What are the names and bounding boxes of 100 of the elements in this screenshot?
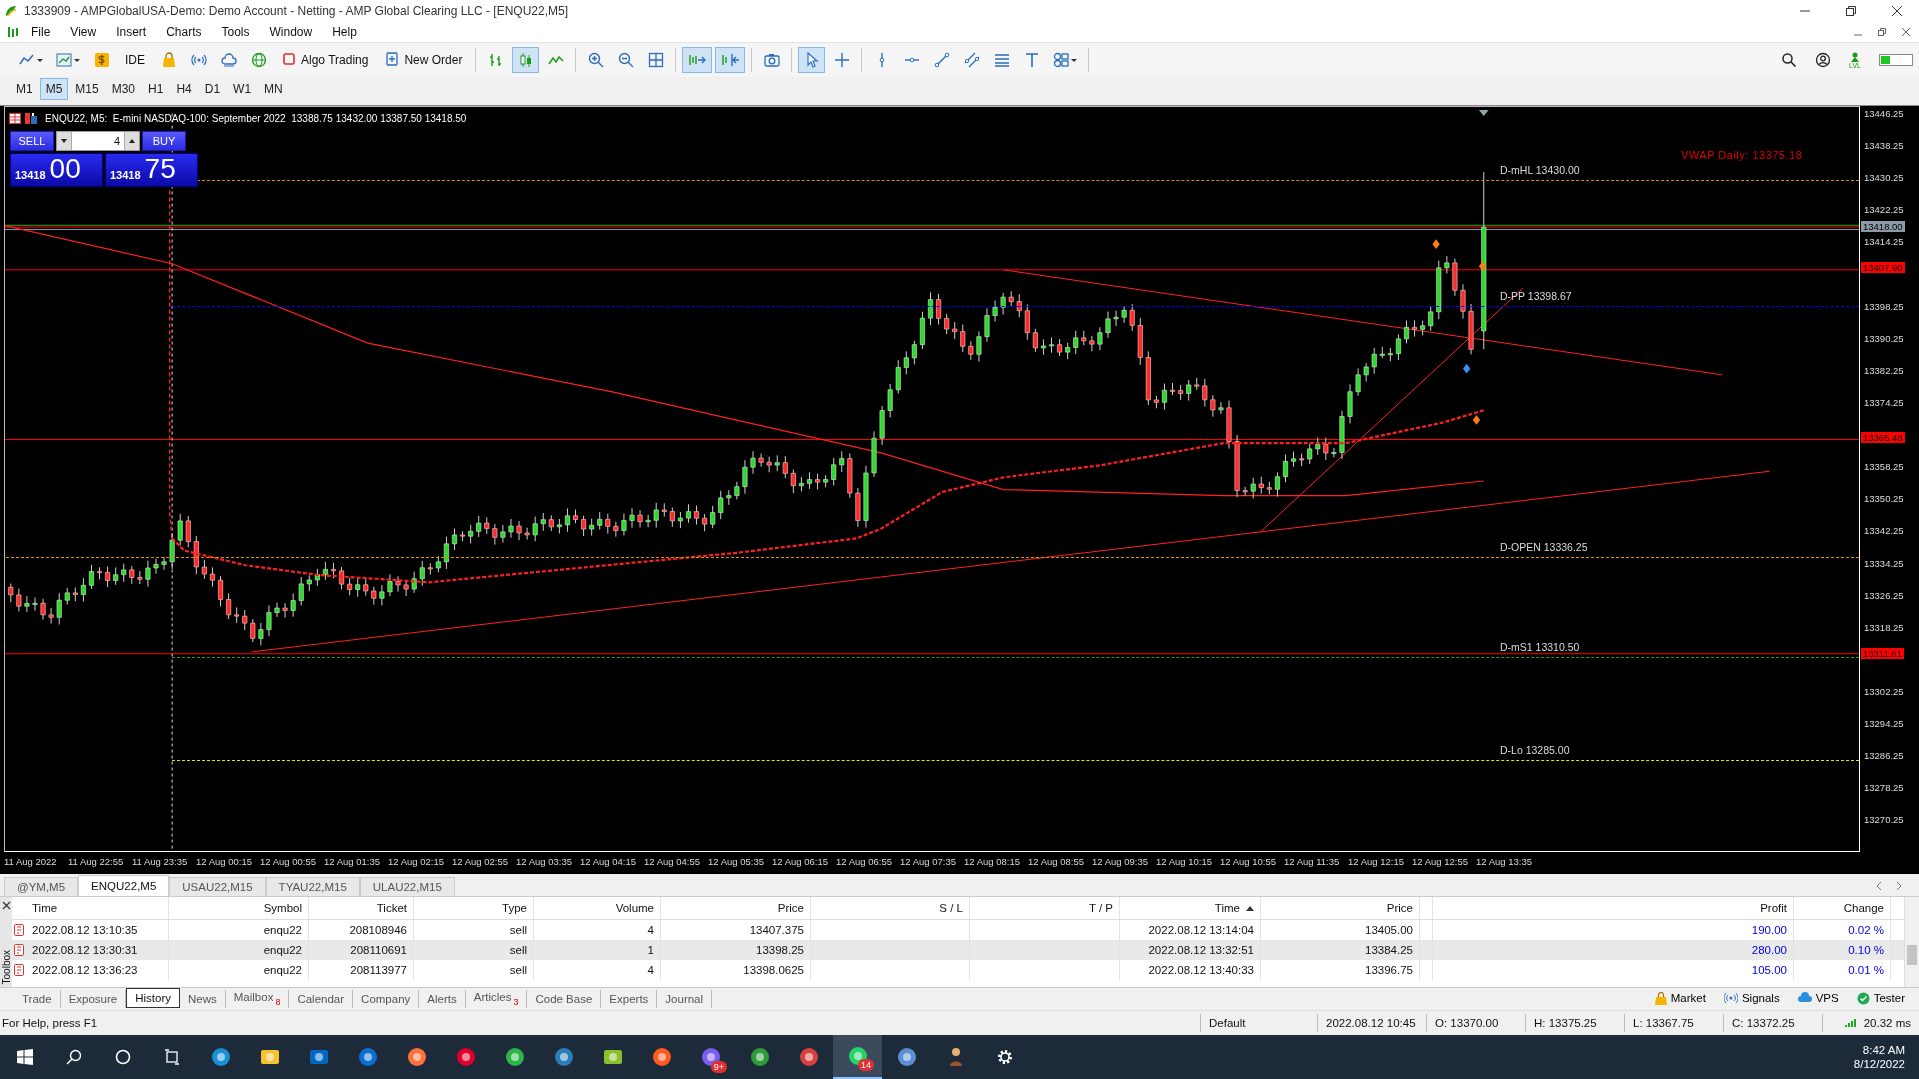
time-tick: 12 Aug 09:35 bbox=[1092, 856, 1148, 867]
timeframe-button[interactable]: M1 bbox=[10, 78, 39, 100]
column-header[interactable]: Type bbox=[414, 897, 534, 919]
time-tick: 11 Aug 22:55 bbox=[68, 856, 124, 867]
table-cell: 2022.08.12 13:40:33 bbox=[1120, 960, 1261, 980]
toolbox-tab[interactable]: News bbox=[180, 990, 226, 1008]
time-tick: 12 Aug 01:35 bbox=[324, 856, 380, 867]
price-tick: 13302.25 bbox=[1864, 685, 1904, 697]
menu-item[interactable]: Charts bbox=[157, 25, 211, 39]
buy-button[interactable]: BUY bbox=[142, 131, 186, 151]
toolbox-label: Toolbox bbox=[0, 950, 12, 985]
time-tick: 12 Aug 04:15 bbox=[580, 856, 636, 867]
sell-button[interactable]: SELL bbox=[10, 131, 54, 151]
time-tick: 11 Aug 2022 bbox=[4, 856, 57, 867]
whatsapp-taskbar-button[interactable]: 14 bbox=[833, 1035, 882, 1079]
menu-item[interactable]: File bbox=[22, 25, 60, 39]
column-header[interactable]: Price bbox=[1261, 897, 1420, 919]
time-tick: 12 Aug 12:55 bbox=[1412, 856, 1468, 867]
toolbar-button[interactable]: Algo Trading bbox=[275, 47, 376, 73]
price-tick: 13318.25 bbox=[1864, 621, 1904, 633]
table-cell: 0.10 % bbox=[1794, 940, 1891, 960]
toolbox-tab[interactable]: Alerts bbox=[419, 990, 466, 1008]
chart-tab[interactable]: ENQU22,M5 bbox=[78, 875, 170, 896]
clock-time: 8:42 AM bbox=[1862, 1044, 1905, 1056]
time-tick: 12 Aug 02:55 bbox=[452, 856, 508, 867]
toolbox-tab[interactable]: Calendar bbox=[289, 990, 354, 1008]
timeframe-button[interactable]: M30 bbox=[105, 78, 142, 100]
volume-field[interactable]: 4 bbox=[56, 131, 140, 151]
table-cell: 13398.25 bbox=[661, 940, 811, 960]
chart-tab[interactable]: @YM,M5 bbox=[4, 877, 79, 896]
menu-item[interactable]: Tools bbox=[212, 25, 259, 39]
column-header[interactable]: Ticket bbox=[309, 897, 414, 919]
time-tick: 12 Aug 03:35 bbox=[516, 856, 572, 867]
time-tick: 12 Aug 00:55 bbox=[260, 856, 316, 867]
ping-text: 20.32 ms bbox=[1863, 1017, 1911, 1029]
price-tick: 13334.25 bbox=[1864, 557, 1904, 569]
service-button[interactable]: Market bbox=[1648, 988, 1712, 1008]
service-button[interactable]: Signals bbox=[1717, 988, 1786, 1008]
timeframe-button[interactable]: MN bbox=[258, 78, 289, 100]
toolbar-button[interactable]: New Order bbox=[378, 47, 470, 73]
toolbox-tab[interactable]: Company bbox=[353, 990, 420, 1008]
service-button[interactable]: VPS bbox=[1791, 988, 1845, 1008]
price-tick: 13270.25 bbox=[1864, 814, 1904, 826]
price-tick: 13326.25 bbox=[1864, 589, 1904, 601]
toolbox-tab[interactable]: History bbox=[126, 988, 180, 1008]
level-label: D-mS1 13310.50 bbox=[1500, 641, 1580, 654]
column-header[interactable]: S / L bbox=[811, 897, 970, 919]
table-cell: 0.01 % bbox=[1794, 960, 1891, 980]
price-tick: 13438.25 bbox=[1864, 140, 1904, 152]
timeframe-button[interactable]: D1 bbox=[198, 78, 227, 100]
price-marker: 13365.48 bbox=[1861, 432, 1905, 444]
table-cell: 13396.75 bbox=[1261, 960, 1420, 980]
timeframe-button[interactable]: H1 bbox=[142, 78, 170, 100]
toolbox-tab[interactable]: Trade bbox=[14, 990, 61, 1008]
chart-header: ENQU22, M5: E-mini NASDAQ-100: September 2022 13388.75 13432.00 13387.50 13418.50 bbox=[45, 113, 467, 124]
toolbox-tab[interactable]: Mailbox $_{8}$ bbox=[225, 990, 290, 1008]
timeframe-button[interactable]: H4 bbox=[170, 78, 198, 100]
column-header[interactable]: Time bbox=[1120, 897, 1261, 919]
bar-time: 2022.08.12 10:45 bbox=[1317, 1014, 1426, 1032]
price-tick: 13358.25 bbox=[1864, 461, 1904, 473]
table-cell: 280.00 bbox=[1420, 940, 1794, 960]
notification-badge: 14 bbox=[858, 1059, 874, 1071]
toolbox-tab[interactable]: Journal bbox=[657, 990, 713, 1008]
timeframe-button[interactable]: M15 bbox=[69, 78, 105, 100]
menu-item[interactable]: Help bbox=[323, 25, 366, 39]
toolbox-tab[interactable]: Code Base bbox=[527, 990, 602, 1008]
chart-tab[interactable]: ULAU22,M15 bbox=[359, 877, 455, 896]
table-cell: enqu22 bbox=[169, 940, 309, 960]
time-tick: 12 Aug 04:55 bbox=[644, 856, 700, 867]
column-header[interactable]: Price bbox=[661, 897, 811, 919]
price-tick: 13422.25 bbox=[1864, 204, 1904, 216]
menu-item[interactable]: View bbox=[61, 25, 106, 39]
chart-tab[interactable]: TYAU22,M15 bbox=[265, 877, 360, 896]
level-label: D-OPEN 13336.25 bbox=[1500, 540, 1588, 553]
column-header[interactable]: Time bbox=[26, 897, 169, 919]
menu-item[interactable]: Window bbox=[260, 25, 322, 39]
column-header[interactable]: Change bbox=[1794, 897, 1891, 919]
bid-price-box[interactable]: 13418 00 bbox=[10, 153, 103, 187]
ask-price-box[interactable]: 13418 75 bbox=[105, 153, 198, 187]
time-tick: 12 Aug 08:55 bbox=[1028, 856, 1084, 867]
toolbox-tab[interactable]: Experts bbox=[601, 990, 658, 1008]
menu-item[interactable]: Insert bbox=[107, 25, 156, 39]
service-button[interactable]: Tester bbox=[1850, 988, 1911, 1008]
chat-app-taskbar-button[interactable]: 9+ bbox=[686, 1035, 735, 1079]
ask-price: 13418 bbox=[110, 169, 141, 181]
column-header[interactable]: Volume bbox=[534, 897, 661, 919]
toolbox-tab[interactable]: Articles $_{3}$ bbox=[465, 990, 528, 1008]
price-tick: 13294.25 bbox=[1864, 718, 1904, 730]
bid-price: 13418 bbox=[15, 169, 46, 181]
chart-tab[interactable]: USAU22,M15 bbox=[169, 877, 266, 896]
time-tick: 12 Aug 05:35 bbox=[708, 856, 764, 867]
column-header[interactable]: Symbol bbox=[169, 897, 309, 919]
timeframe-button[interactable]: W1 bbox=[227, 78, 258, 100]
level-label: D-mHL 13430.00 bbox=[1500, 163, 1580, 176]
profile-label: Default bbox=[1200, 1014, 1317, 1032]
toolbar-button[interactable]: IDE bbox=[118, 47, 152, 73]
time-tick: 12 Aug 02:15 bbox=[388, 856, 444, 867]
column-header[interactable]: T / P bbox=[970, 897, 1120, 919]
column-header[interactable]: Profit bbox=[1420, 897, 1794, 919]
timeframe-button[interactable]: M5 bbox=[39, 78, 69, 100]
